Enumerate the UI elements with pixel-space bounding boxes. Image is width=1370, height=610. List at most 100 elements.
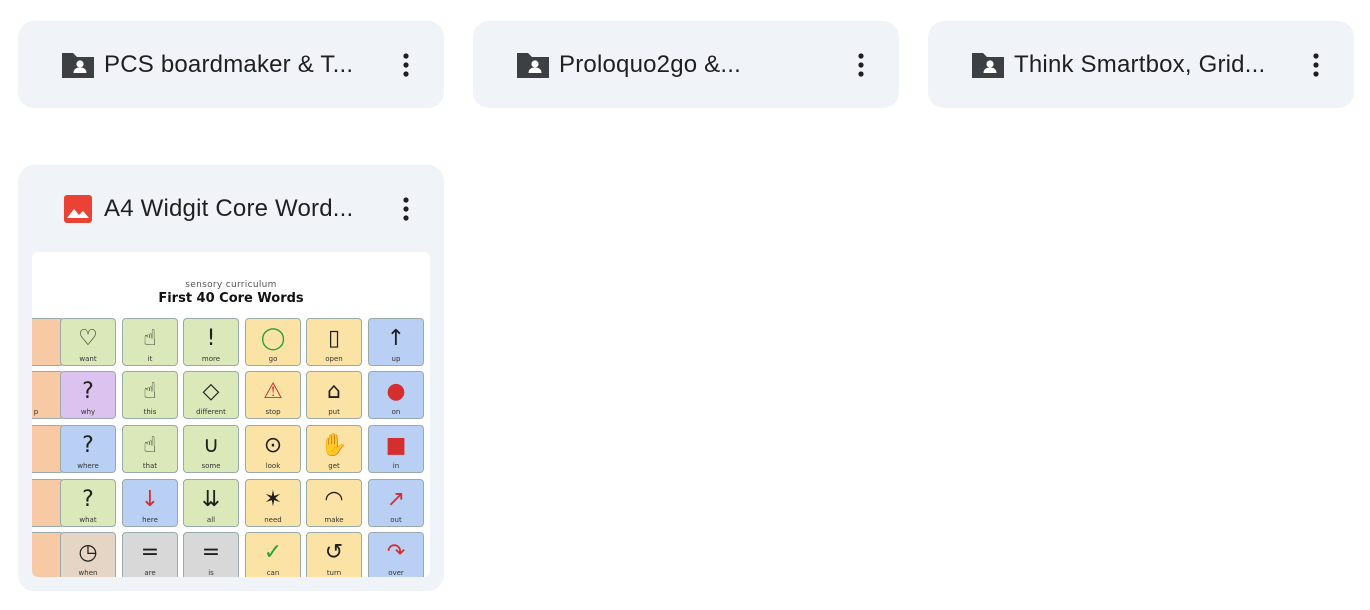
symbol-label: get <box>328 462 340 470</box>
symbol-picture <box>32 536 63 568</box>
symbol-card: = are <box>122 532 178 577</box>
symbol-card: ⚠ stop <box>245 371 301 419</box>
shared-folder-icon <box>515 47 551 83</box>
symbol-card: ● on <box>368 371 424 419</box>
symbol-label: stop <box>265 408 281 416</box>
symbol-picture: ● <box>386 378 406 404</box>
symbol-label: here <box>142 516 158 524</box>
symbol-label: can <box>266 569 280 577</box>
symbol-picture: ? <box>82 432 94 458</box>
symbol-picture: ▯ <box>327 325 341 351</box>
shared-folder-icon <box>60 47 96 83</box>
symbol-label: different <box>196 408 226 416</box>
symbol-picture: ⌂ <box>327 378 341 404</box>
symbol-card: ◠ make <box>306 479 362 527</box>
symbol-label: p <box>33 408 39 416</box>
more-options-button[interactable] <box>1298 47 1334 83</box>
document-brand: sensory curriculum <box>185 280 277 290</box>
file-title: A4 Widgit Core Word... <box>104 194 354 222</box>
symbol-card: ♡ want <box>60 318 116 366</box>
symbol-picture: ↗ <box>386 486 406 512</box>
symbol-label: why <box>80 408 96 416</box>
symbol-picture: ⊙ <box>263 432 283 458</box>
folder-title: Think Smartbox, Grid... <box>1014 50 1266 78</box>
symbol-picture: ↷ <box>386 539 406 565</box>
symbol-label: up <box>391 355 401 363</box>
folder-card-think-smartbox[interactable]: Think Smartbox, Grid... <box>928 21 1354 108</box>
symbol-card: ☝ this <box>122 371 178 419</box>
symbol-card: ✶ need <box>245 479 301 527</box>
symbol-label: all <box>206 516 216 524</box>
symbol-picture: ⚠ <box>263 378 283 404</box>
symbol-label: are <box>144 569 156 577</box>
folder-card-pcs-boardmaker[interactable]: PCS boardmaker & T... <box>18 21 444 108</box>
symbol-picture: ⇊ <box>201 486 221 512</box>
symbol-label: some <box>201 462 221 470</box>
symbol-label: need <box>264 516 282 524</box>
more-vert-icon <box>1313 52 1319 77</box>
symbol-picture <box>32 483 63 515</box>
symbol-picture: ◇ <box>202 378 220 404</box>
symbol-card: ✋ get <box>306 425 362 473</box>
symbol-label: on <box>391 408 401 416</box>
file-thumbnail-preview[interactable]: sensory curriculum First 40 Core Words ♡… <box>32 252 430 577</box>
symbol-picture: = <box>140 539 160 565</box>
symbol-card: ▯ open <box>306 318 362 366</box>
symbol-card: ■ in <box>368 425 424 473</box>
symbol-card: ∪ some <box>183 425 239 473</box>
more-options-button[interactable] <box>388 191 424 227</box>
more-options-button[interactable] <box>388 47 424 83</box>
symbol-picture: ↓ <box>140 486 160 512</box>
symbol-label: what <box>79 516 97 524</box>
more-options-button[interactable] <box>843 47 879 83</box>
core-words-grid: ♡ want ☝ it! more ◯ go ▯ open ↑ up p? why ☝ this ◇ diffe… <box>32 318 430 577</box>
symbol-picture: ◷ <box>78 539 98 565</box>
symbol-picture: ◠ <box>324 486 344 512</box>
symbol-picture: ✓ <box>263 539 283 565</box>
symbol-picture <box>32 322 63 354</box>
symbol-card: ? why <box>60 371 116 419</box>
symbol-label: put <box>328 408 340 416</box>
symbol-picture: ! <box>206 325 216 351</box>
symbol-card: ⇊ all <box>183 479 239 527</box>
symbol-card: ✓ can <box>245 532 301 577</box>
symbol-picture: ☝ <box>143 378 157 404</box>
symbol-card: ◷ when <box>60 532 116 577</box>
symbol-picture: ✶ <box>263 486 283 512</box>
symbol-picture: ? <box>82 378 94 404</box>
symbol-picture: ☝ <box>143 432 157 458</box>
symbol-card: ↺ turn <box>306 532 362 577</box>
symbol-card: ↓ here <box>122 479 178 527</box>
image-file-icon <box>60 191 96 227</box>
symbol-label: want <box>79 355 97 363</box>
symbol-picture: ♡ <box>78 325 98 351</box>
symbol-card: ! more <box>183 318 239 366</box>
symbol-picture <box>32 429 63 461</box>
symbol-picture: ↺ <box>324 539 344 565</box>
more-vert-icon <box>403 52 409 77</box>
more-vert-icon <box>403 196 409 221</box>
symbol-label: this <box>143 408 157 416</box>
symbol-card: = is <box>183 532 239 577</box>
folder-card-proloquo2go[interactable]: Proloquo2go &... <box>473 21 899 108</box>
symbol-picture: ↑ <box>386 325 406 351</box>
symbol-label: make <box>324 516 344 524</box>
symbol-picture: = <box>201 539 221 565</box>
symbol-label: in <box>392 462 400 470</box>
symbol-label: is <box>208 569 214 577</box>
folder-title: PCS boardmaker & T... <box>104 50 354 78</box>
symbol-card: ⌂ put <box>306 371 362 419</box>
file-card-widgit-core-words[interactable]: A4 Widgit Core Word... sensory curriculu… <box>18 165 444 591</box>
symbol-label: more <box>201 355 221 363</box>
symbol-label: it <box>147 355 153 363</box>
symbol-picture: ? <box>82 486 94 512</box>
symbol-card: ⊙ look <box>245 425 301 473</box>
symbol-card: ↑ up <box>368 318 424 366</box>
symbol-label: open <box>325 355 343 363</box>
symbol-picture: ✋ <box>320 432 348 458</box>
symbol-label: go <box>268 355 278 363</box>
symbol-picture: ☝ <box>143 325 157 351</box>
symbol-card: ☝ that <box>122 425 178 473</box>
symbol-label: where <box>77 462 99 470</box>
symbol-label: out <box>390 516 402 524</box>
